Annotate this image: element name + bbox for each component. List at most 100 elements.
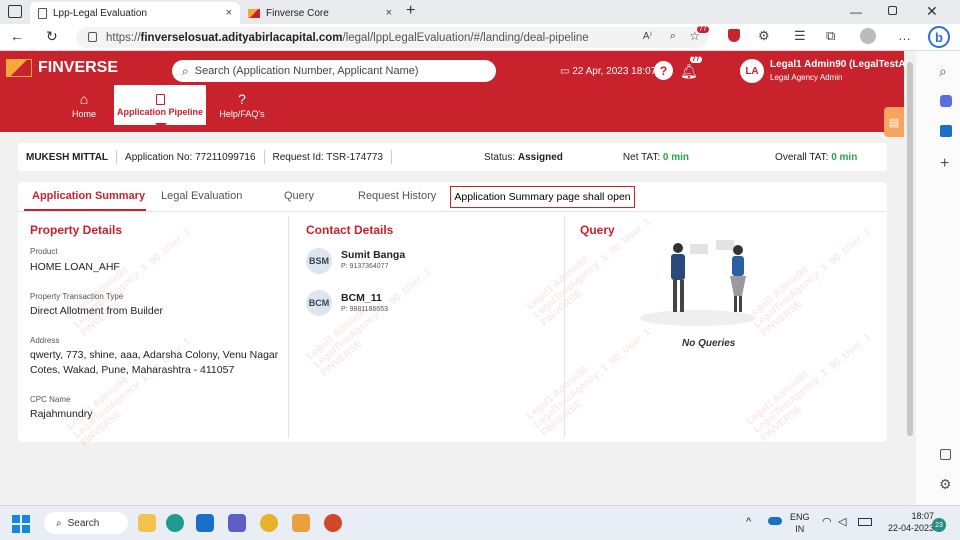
home-icon: ⌂ <box>79 91 89 107</box>
contact-name: Sumit Banga <box>341 249 406 261</box>
address-bar-row: ← ↻ https://finverselosuat.adityabirlaca… <box>0 24 960 51</box>
contact-details-heading: Contact Details <box>306 223 394 237</box>
application-number: Application No: 77211099716 <box>125 151 256 163</box>
brand-mark-icon <box>6 59 32 77</box>
new-tab-button[interactable]: + <box>406 2 415 20</box>
tab-query[interactable]: Query <box>284 190 314 202</box>
product-label: Product <box>30 247 58 256</box>
transaction-type-value: Direct Allotment from Builder <box>30 305 164 317</box>
battery-icon[interactable] <box>858 518 872 526</box>
volume-icon[interactable]: ◁ <box>838 515 846 528</box>
windows-start-icon[interactable] <box>12 515 30 533</box>
zoom-icon[interactable]: ⌕ <box>670 30 676 43</box>
watermark: Legal1 Admin90 LegalTestAgency_1_90_User_… <box>64 336 193 449</box>
application-search-input[interactable]: ⌕ Search (Application Number, Applicant … <box>172 60 496 82</box>
teams-icon[interactable] <box>228 514 246 532</box>
language-indicator[interactable]: ENG IN <box>790 511 810 535</box>
back-icon[interactable]: ← <box>10 28 24 44</box>
taskbar-search[interactable]: ⌕ Search <box>44 512 128 534</box>
copilot-icon[interactable] <box>940 95 952 107</box>
scrollbar-thumb[interactable] <box>907 62 913 436</box>
search-icon[interactable]: ⌕ <box>939 63 947 80</box>
close-tab-icon[interactable]: × <box>226 7 232 19</box>
tab-actions-icon[interactable] <box>8 5 22 18</box>
chrome-icon[interactable] <box>260 514 278 532</box>
windows-taskbar: ⌕ Search ^ ENG IN ◠ ◁ 18:07 22-04-2023 23 <box>0 505 960 540</box>
no-queries-text: No Queries <box>682 338 736 349</box>
contact-phone: P: 9881186653 <box>341 306 388 313</box>
tab-title: Finverse Core <box>266 7 329 19</box>
sidebar-toggle-icon[interactable] <box>940 449 951 460</box>
extensions-icon[interactable]: ⚙ <box>758 28 770 44</box>
bell-icon[interactable]: 🔔︎ <box>680 63 698 80</box>
side-document-icon[interactable]: ▤ <box>884 107 904 137</box>
taskbar-search-label: Search <box>67 517 100 529</box>
nav-label: Application Pipeline <box>116 106 203 117</box>
bing-icon[interactable]: b <box>928 26 950 48</box>
outlook-icon[interactable] <box>940 125 952 137</box>
collections-icon[interactable]: ⧉ <box>826 28 835 44</box>
column-divider <box>288 216 289 438</box>
wifi-icon[interactable]: ◠ <box>822 515 832 528</box>
active-nav-pointer <box>155 123 167 130</box>
profile-icon[interactable] <box>860 28 876 44</box>
finverse-favicon-icon <box>248 8 260 18</box>
file-explorer-icon[interactable] <box>138 514 156 532</box>
url-field[interactable]: https://finverselosuat.adityabirlacapita… <box>76 27 708 48</box>
favorites-icon[interactable]: ☰ <box>794 28 806 44</box>
close-window-icon[interactable]: ✕ <box>926 3 938 20</box>
settings-icon[interactable]: ⚙ <box>939 476 952 493</box>
watermark: Legal1 Admin90 LegalTestAgency_1_90_User_… <box>744 226 873 339</box>
annotation-callout: Application Summary page shall open <box>450 186 635 208</box>
refresh-icon[interactable]: ↻ <box>46 28 58 45</box>
active-tab-underline <box>24 209 146 211</box>
watermark: Legal1 Admin90 LegalTestAgency_1_90_User_… <box>524 326 653 439</box>
outlook-icon[interactable] <box>196 514 214 532</box>
contact-badge: BSM <box>306 248 332 274</box>
close-tab-icon[interactable]: × <box>386 7 392 19</box>
browser-tab-lpp[interactable]: Lpp-Legal Evaluation × <box>30 2 240 24</box>
read-aloud-icon[interactable]: A⁾ <box>643 31 652 42</box>
add-icon[interactable]: + <box>940 155 949 173</box>
transaction-type-label: Property Transaction Type <box>30 292 124 301</box>
applicant-name: MUKESH MITTAL <box>26 151 109 163</box>
avatar[interactable]: LA <box>740 59 764 83</box>
tray-chevron-icon[interactable]: ^ <box>746 516 751 528</box>
application-summary-card: Application Summary Legal Evaluation Que… <box>18 182 887 449</box>
nav-application-pipeline[interactable]: Application Pipeline <box>114 85 206 125</box>
network-app-icon[interactable] <box>292 514 310 532</box>
request-id: Request Id: TSR-174773 <box>272 151 383 163</box>
overall-tat: Overall TAT: 0 min <box>775 151 858 163</box>
tab-legal-evaluation[interactable]: Legal Evaluation <box>161 190 242 202</box>
onedrive-icon[interactable] <box>768 517 782 525</box>
more-icon[interactable]: … <box>898 28 911 43</box>
powerpoint-icon[interactable] <box>324 514 342 532</box>
user-name: Legal1 Admin90 (LegalTestAgency_1_9 <box>770 59 904 70</box>
help-icon[interactable]: ? <box>654 61 673 80</box>
edge-icon[interactable] <box>166 514 184 532</box>
watermark: Legal1 Admin90 LegalTestAgency_1_90_User_… <box>744 331 873 444</box>
nav-label: Help/FAQ's <box>219 109 265 119</box>
restore-icon[interactable] <box>888 6 897 15</box>
contact-name: BCM_11 <box>341 292 382 304</box>
document-icon <box>155 93 165 105</box>
nav-help-faq[interactable]: ? Help/FAQ's <box>214 85 270 125</box>
shield-extension-icon[interactable] <box>728 29 740 42</box>
minimize-icon[interactable]: — <box>850 5 862 19</box>
search-placeholder: Search (Application Number, Applicant Na… <box>194 65 419 77</box>
nav-home[interactable]: ⌂ Home <box>56 85 112 125</box>
finverse-logo[interactable]: FINVERSE <box>6 59 118 77</box>
calendar-icon: ▭ <box>560 66 570 77</box>
url-prefix: https:// <box>106 31 141 44</box>
brand-name: FINVERSE <box>38 59 119 76</box>
notification-count-badge[interactable]: 23 <box>932 518 946 532</box>
browser-tab-strip: Lpp-Legal Evaluation × Finverse Core × +… <box>0 0 960 24</box>
column-divider <box>564 216 565 438</box>
contact-phone: P: 9137364077 <box>341 263 389 270</box>
browser-tab-finverse[interactable]: Finverse Core × <box>240 2 400 24</box>
taskbar-clock[interactable]: 18:07 22-04-2023 <box>884 510 934 534</box>
cpc-value: Rajahmundry <box>30 408 93 420</box>
tab-application-summary[interactable]: Application Summary <box>32 190 145 202</box>
tab-request-history[interactable]: Request History <box>358 190 436 202</box>
address-label: Address <box>30 336 60 345</box>
